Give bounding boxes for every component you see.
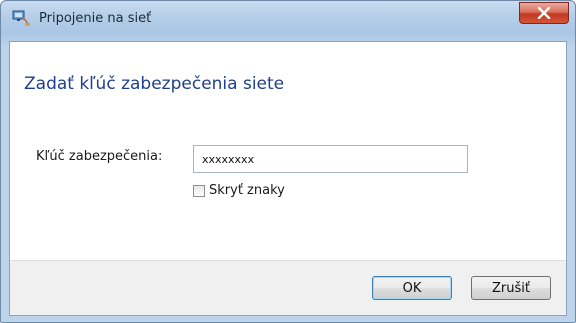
hide-characters-label[interactable]: Skryť znaky — [209, 183, 285, 198]
dialog-content: Zadať kľúč zabezpečenia siete Kľúč zabez… — [9, 41, 567, 316]
security-key-input[interactable] — [193, 145, 468, 173]
network-icon — [11, 9, 31, 27]
checkbox-icon[interactable] — [193, 184, 205, 197]
security-key-label: Kľúč zabezpečenia: — [36, 149, 163, 164]
window-title: Pripojenie na sieť — [39, 11, 152, 26]
network-connect-dialog: Pripojenie na sieť Zadať kľúč zabezpečen… — [0, 0, 576, 323]
title-bar[interactable]: Pripojenie na sieť — [1, 1, 575, 41]
cancel-button[interactable]: Zrušiť — [471, 276, 551, 300]
close-button[interactable] — [519, 2, 569, 24]
close-icon — [537, 4, 551, 23]
dialog-heading: Zadať kľúč zabezpečenia siete — [24, 74, 285, 94]
ok-button[interactable]: OK — [372, 276, 452, 300]
hide-characters-option[interactable]: Skryť znaky — [193, 183, 285, 198]
dialog-footer: OK Zrušiť — [10, 260, 566, 315]
